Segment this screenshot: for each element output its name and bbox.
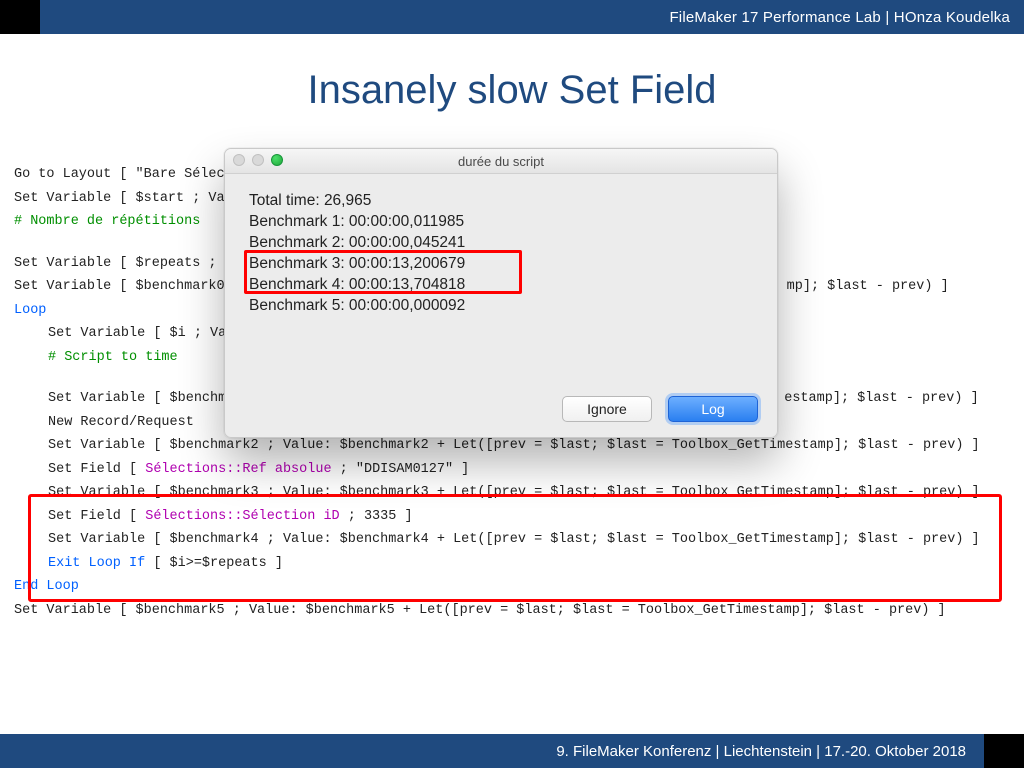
ignore-button[interactable]: Ignore <box>562 396 652 422</box>
header-bar: FileMaker 17 Performance Lab | HOnza Kou… <box>40 0 1024 34</box>
dialog-body: Total time: 26,965 Benchmark 1: 00:00:00… <box>225 174 777 328</box>
dialog-window: durée du script Total time: 26,965 Bench… <box>224 148 778 438</box>
total-time: Total time: 26,965 <box>249 192 753 210</box>
header-accent <box>0 0 40 34</box>
header-text: FileMaker 17 Performance Lab | HOnza Kou… <box>669 9 1010 26</box>
field-ref: Sélections::Ref absolue <box>145 462 331 477</box>
benchmark-line: Benchmark 5: 00:00:00,000092 <box>249 297 753 315</box>
footer-bar: 9. FileMaker Konferenz | Liechtenstein |… <box>0 734 984 768</box>
script-line: Set Field [ Sélections::Ref absolue ; "D… <box>14 463 1010 477</box>
benchmark-line: Benchmark 2: 00:00:00,045241 <box>249 234 753 252</box>
footer-accent <box>984 734 1024 768</box>
slide-footer: 9. FileMaker Konferenz | Liechtenstein |… <box>0 734 1024 768</box>
script-line: Set Variable [ $benchmark2 ; Value: $ben… <box>14 439 1010 453</box>
benchmark-line: Benchmark 3: 00:00:13,200679 <box>249 255 753 273</box>
log-button[interactable]: Log <box>668 396 758 422</box>
close-icon[interactable] <box>233 154 245 166</box>
benchmark-line: Benchmark 4: 00:00:13,704818 <box>249 276 753 294</box>
dialog-titlebar: durée du script <box>225 149 777 174</box>
highlight-box-script <box>28 494 1002 602</box>
slide-title: Insanely slow Set Field <box>0 68 1024 113</box>
zoom-icon[interactable] <box>271 154 283 166</box>
script-line: Set Variable [ $benchmark5 ; Value: $ben… <box>14 604 1010 618</box>
benchmark-line: Benchmark 1: 00:00:00,011985 <box>249 213 753 231</box>
dialog-buttons: Ignore Log <box>562 396 758 422</box>
slide-header: FileMaker 17 Performance Lab | HOnza Kou… <box>0 0 1024 34</box>
footer-text: 9. FileMaker Konferenz | Liechtenstein |… <box>556 743 966 760</box>
dialog-title: durée du script <box>458 154 544 169</box>
minimize-icon[interactable] <box>252 154 264 166</box>
window-controls[interactable] <box>233 154 283 166</box>
